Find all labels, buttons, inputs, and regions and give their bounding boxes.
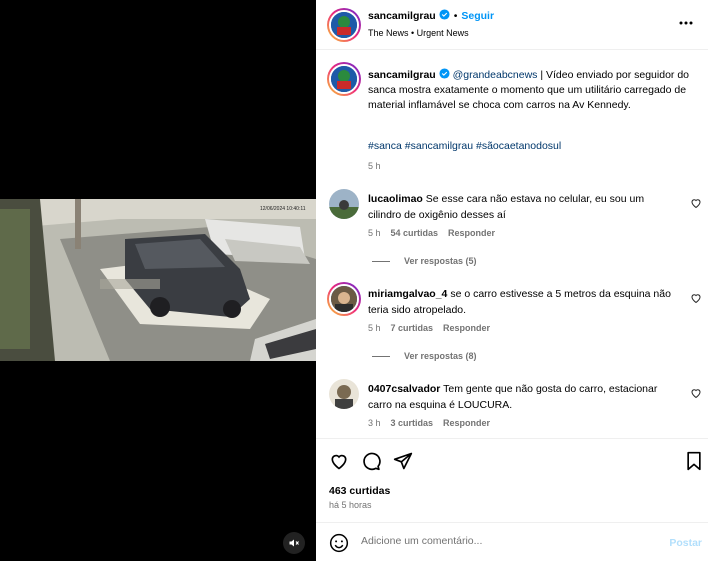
- video-timestamp: 12/06/2024 10:40:11: [260, 206, 306, 212]
- post-header: sancamilgrau • Seguir The News • Urgent Ne…: [316, 0, 708, 50]
- audio-attribution[interactable]: The News • Urgent News: [368, 28, 469, 38]
- likes-count[interactable]: 463 curtidas: [329, 485, 390, 497]
- comment-time: 5 h: [368, 228, 381, 238]
- post-action-bar: 463 curtidas há 5 horas: [316, 438, 708, 513]
- avatar-image: [329, 379, 359, 409]
- emoji-button[interactable]: [328, 532, 350, 554]
- comment-likes[interactable]: 3 curtidas: [391, 418, 434, 428]
- video-frame-image: 12/06/2024 10:40:11: [0, 199, 316, 361]
- verified-badge-icon: [439, 68, 450, 79]
- add-comment-bar: Postar: [316, 522, 708, 561]
- heart-icon: [331, 454, 347, 470]
- like-comment-heart-icon[interactable]: [690, 387, 702, 399]
- comment-body: lucaolimao Se esse cara não estava no ce…: [368, 191, 678, 223]
- comment-actions: 3 h 3 curtidas Responder: [368, 418, 500, 428]
- author-avatar[interactable]: [327, 8, 361, 42]
- paper-plane-icon: [393, 452, 413, 470]
- replies-divider: [372, 355, 390, 357]
- comment-actions: 5 h 54 curtidas Responder: [368, 228, 505, 238]
- verified-badge-icon: [439, 9, 450, 20]
- muted-speaker-icon: [289, 539, 299, 547]
- replies-divider: [372, 260, 390, 262]
- comment-button[interactable]: [360, 450, 382, 472]
- avatar-image: [331, 12, 357, 38]
- view-replies-label: Ver respostas (8): [404, 351, 477, 361]
- reply-button[interactable]: Responder: [448, 228, 495, 238]
- post-panel: sancamilgrau • Seguir The News • Urgent Ne…: [316, 0, 708, 561]
- commenter-avatar[interactable]: [329, 189, 359, 219]
- comment-time: 5 h: [368, 323, 381, 333]
- separator-dot: •: [453, 10, 458, 22]
- author-line: sancamilgrau • Seguir: [368, 9, 494, 22]
- share-button[interactable]: [392, 450, 414, 472]
- save-button[interactable]: [683, 450, 705, 472]
- comment-username[interactable]: lucaolimao: [368, 193, 423, 205]
- comment-bubble-icon: [363, 452, 381, 471]
- comment-actions: 5 h 7 curtidas Responder: [368, 323, 500, 333]
- reply-button[interactable]: Responder: [443, 418, 490, 428]
- comment-likes[interactable]: 7 curtidas: [391, 323, 434, 333]
- caption-avatar[interactable]: [327, 62, 361, 96]
- post-caption: sancamilgrau @grandeabcnews | Vídeo envi…: [368, 68, 694, 113]
- comment-body: 0407csalvador Tem gente que não gosta do…: [368, 381, 678, 413]
- comment-body: miriamgalvao_4 se o carro estivesse a 5 …: [368, 286, 678, 318]
- comment-username[interactable]: miriamgalvao_4: [368, 288, 447, 300]
- author-username[interactable]: sancamilgrau: [368, 10, 436, 22]
- comment-time: 3 h: [368, 418, 381, 428]
- comment-input[interactable]: [361, 535, 651, 547]
- video-player[interactable]: 12/06/2024 10:40:11: [0, 199, 316, 361]
- caption-time: 5 h: [368, 161, 381, 171]
- more-options-icon: [679, 21, 693, 25]
- emoji-smiley-icon: [329, 533, 349, 553]
- view-replies-button[interactable]: Ver respostas (5): [372, 256, 477, 266]
- more-options-button[interactable]: [676, 13, 696, 33]
- caption-username[interactable]: sancamilgrau: [368, 69, 436, 81]
- commenter-avatar[interactable]: [329, 379, 359, 409]
- avatar-image: [331, 286, 357, 312]
- reply-button[interactable]: Responder: [443, 323, 490, 333]
- view-replies-label: Ver respostas (5): [404, 256, 477, 266]
- comment-username[interactable]: 0407csalvador: [368, 383, 440, 395]
- comments-section[interactable]: sancamilgrau @grandeabcnews | Vídeo envi…: [316, 51, 708, 437]
- post-time: há 5 horas: [329, 500, 372, 510]
- caption-mention-link[interactable]: @grandeabcnews: [453, 69, 538, 81]
- comment-likes[interactable]: 54 curtidas: [391, 228, 439, 238]
- avatar-image: [329, 189, 359, 219]
- post-comment-button[interactable]: Postar: [669, 537, 702, 549]
- bookmark-icon: [687, 451, 701, 471]
- like-comment-heart-icon[interactable]: [690, 292, 702, 304]
- like-comment-heart-icon[interactable]: [690, 197, 702, 209]
- like-button[interactable]: [328, 450, 350, 472]
- avatar-image: [331, 66, 357, 92]
- caption-hashtags[interactable]: #sanca #sancamilgrau #sãocaetanodosul: [368, 140, 561, 152]
- mute-button[interactable]: [283, 532, 305, 554]
- commenter-avatar[interactable]: [327, 282, 361, 316]
- follow-button[interactable]: Seguir: [461, 10, 494, 22]
- media-viewer[interactable]: 12/06/2024 10:40:11: [0, 0, 316, 561]
- view-replies-button[interactable]: Ver respostas (8): [372, 351, 477, 361]
